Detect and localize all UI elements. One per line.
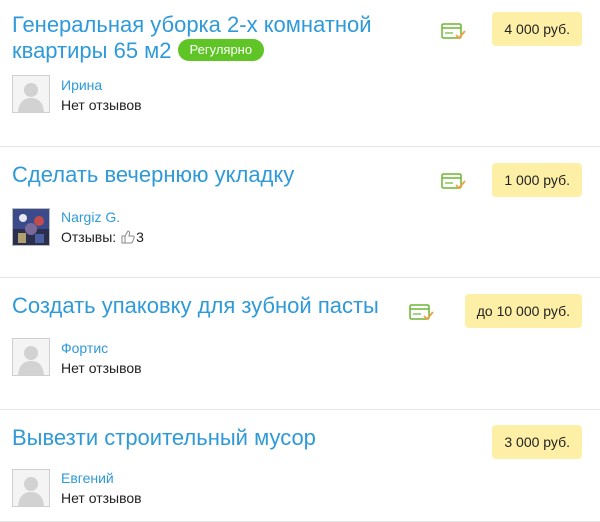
reviews-count: 3 [136,229,144,245]
task-item: Создать упаковку для зубной пасты до 10 … [0,278,600,410]
task-title-link[interactable]: Сделать вечернюю укладку [12,162,422,188]
user-name-link[interactable]: Nargiz G. [61,209,120,225]
user-avatar[interactable] [12,338,50,376]
user-avatar[interactable] [12,469,50,507]
task-item: Сделать вечернюю укладку 1 000 руб. Narg… [0,147,600,278]
task-price: 3 000 руб. [492,425,582,459]
task-title-text[interactable]: Вывезти строительный мусор [12,425,316,450]
task-price: 4 000 руб. [492,12,582,46]
task-title-text[interactable]: Сделать вечернюю укладку [12,162,294,187]
task-price: 1 000 руб. [492,163,582,197]
user-name-link[interactable]: Фортис [61,340,108,356]
reviews-label: Отзывы: [61,229,117,245]
avatar-placeholder-icon [13,470,49,506]
user-avatar[interactable] [12,75,50,113]
user-reviews: Нет отзывов [61,490,142,506]
user-name-link[interactable]: Евгений [61,470,114,486]
avatar-placeholder-icon [13,339,49,375]
user-reviews: Нет отзывов [61,360,142,376]
avatar-placeholder-icon [13,76,49,112]
payment-card-check-icon [441,23,467,41]
user-name-link[interactable]: Ирина [61,77,102,93]
task-title-link[interactable]: Вывезти строительный мусор [12,425,432,451]
task-item: Генеральная уборка 2-х комнатной квартир… [0,0,600,147]
task-title-text[interactable]: Создать упаковку для зубной пасты [12,293,379,318]
payment-card-check-icon [409,304,435,322]
regular-badge: Регулярно [177,39,265,62]
thumbs-up-icon [121,230,135,247]
task-item: Вывезти строительный мусор 3 000 руб. Ев… [0,410,600,522]
user-reviews: Отзывы: 3 [61,229,144,247]
task-title-link[interactable]: Создать упаковку для зубной пасты [12,293,392,319]
payment-card-check-icon [441,173,467,191]
user-reviews: Нет отзывов [61,97,142,113]
user-photo-avatar [13,209,49,245]
task-title-link[interactable]: Генеральная уборка 2-х комнатной квартир… [12,12,422,64]
task-price: до 10 000 руб. [464,294,582,328]
user-avatar[interactable] [12,208,50,246]
